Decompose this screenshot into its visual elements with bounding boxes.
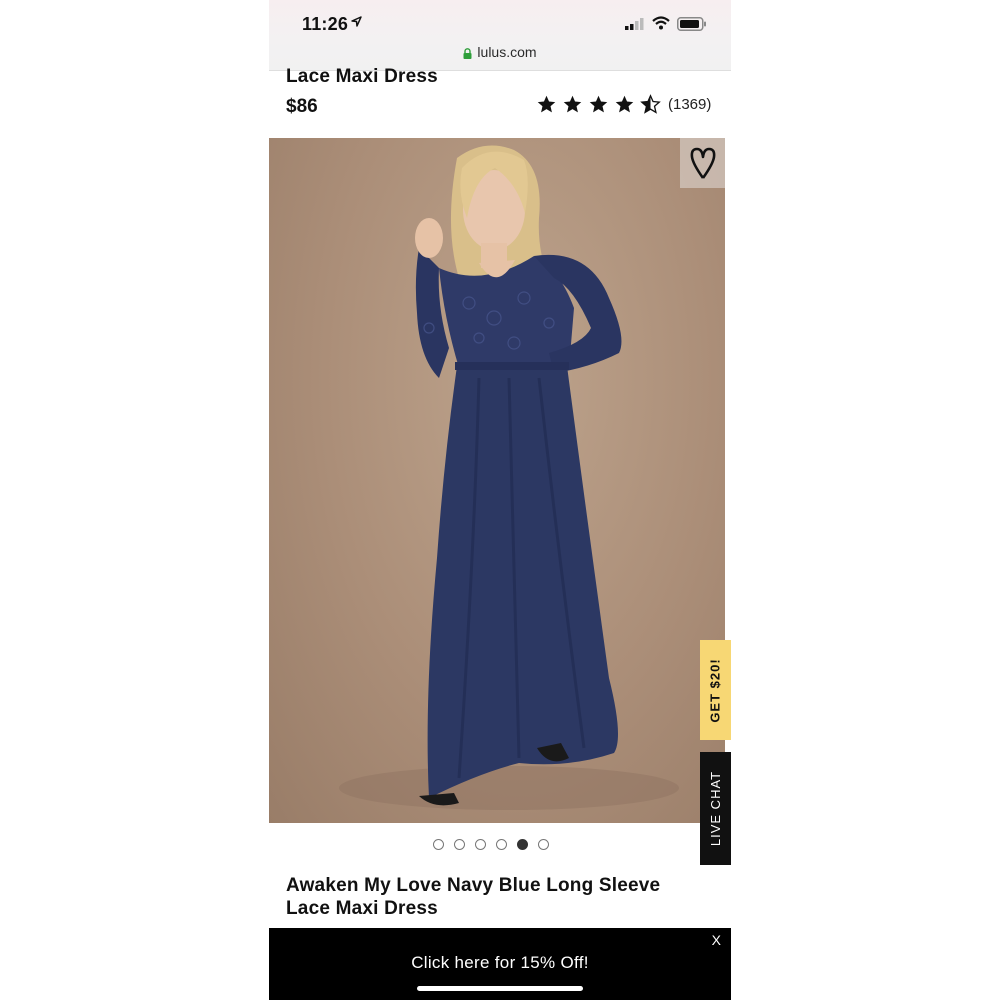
wifi-icon — [652, 16, 670, 30]
heart-icon — [690, 147, 715, 179]
product-image[interactable] — [269, 138, 725, 823]
battery-icon — [677, 17, 706, 31]
carousel-dot[interactable] — [433, 839, 444, 850]
address-bar[interactable]: lulus.com — [269, 44, 731, 60]
live-chat-label: LIVE CHAT — [708, 770, 723, 847]
star-icon — [589, 95, 608, 113]
star-icon — [563, 95, 582, 113]
promo-banner[interactable]: X Click here for 15% Off! — [269, 928, 731, 1000]
status-time: 11:26 — [302, 14, 349, 34]
review-count[interactable]: (1369) — [668, 96, 711, 113]
phone-screen: 11:26 lulus.com Lace Maxi Dress $86 (136… — [269, 0, 731, 1000]
product-rating[interactable]: (1369) — [536, 94, 711, 115]
product-price: $86 — [286, 96, 318, 117]
model-photo — [339, 145, 679, 810]
carousel-dot[interactable] — [475, 839, 486, 850]
carousel-dot-active[interactable] — [517, 839, 528, 850]
carousel-indicator — [433, 839, 559, 850]
status-bar: 11:26 lulus.com — [269, 0, 731, 71]
home-indicator[interactable] — [417, 986, 583, 991]
carousel-dot[interactable] — [496, 839, 507, 850]
wishlist-button[interactable] — [680, 138, 725, 188]
lock-icon — [463, 48, 472, 59]
star-half-icon — [640, 94, 661, 114]
product-title-partial: Lace Maxi Dress — [286, 66, 438, 87]
close-button[interactable]: X — [712, 932, 721, 948]
url-text: lulus.com — [477, 44, 537, 60]
get-20-label: GET $20! — [708, 657, 724, 723]
star-icon — [615, 95, 634, 113]
promo-text[interactable]: Click here for 15% Off! — [269, 953, 731, 973]
signal-icon — [625, 18, 644, 30]
get-20-tab[interactable]: GET $20! — [700, 640, 731, 740]
live-chat-tab[interactable]: LIVE CHAT — [700, 752, 731, 865]
location-arrow-icon — [351, 16, 362, 27]
carousel-dot[interactable] — [454, 839, 465, 850]
star-icon — [537, 95, 556, 113]
product-title: Awaken My Love Navy Blue Long Sleeve Lac… — [286, 875, 661, 919]
carousel-dot[interactable] — [538, 839, 549, 850]
